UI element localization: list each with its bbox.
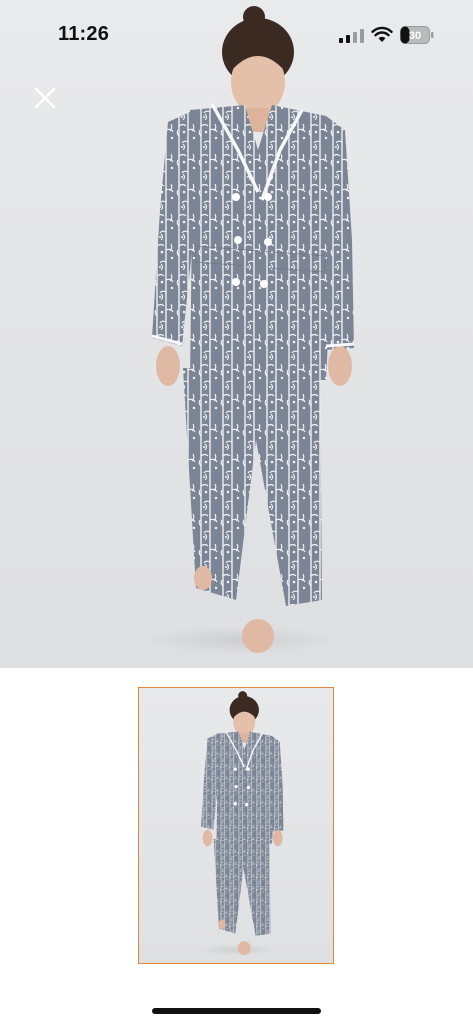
thumbnail-selected[interactable] <box>138 687 334 964</box>
thumbnail-image <box>198 691 284 956</box>
close-icon <box>34 87 56 109</box>
status-bar: 11:26 30 <box>0 0 473 60</box>
home-indicator[interactable] <box>152 1008 321 1014</box>
model-photo <box>145 6 355 654</box>
image-viewer-screen: 11:26 30 <box>0 0 473 1024</box>
battery-level: 30 <box>409 30 421 42</box>
close-button[interactable] <box>30 83 60 113</box>
battery-icon: 30 <box>400 26 434 44</box>
product-image-main[interactable] <box>0 0 473 668</box>
wifi-icon <box>371 26 393 42</box>
cellular-signal-icon <box>339 29 364 43</box>
status-time: 11:26 <box>58 23 110 45</box>
